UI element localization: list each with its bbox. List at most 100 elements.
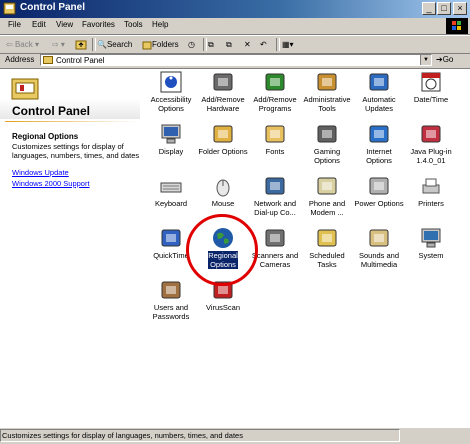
item-label-line1: Phone and: [308, 199, 346, 208]
item-label-line1: Sounds and: [358, 251, 400, 260]
speaker-icon: [368, 227, 390, 249]
item-label-line1: Folder Options: [198, 147, 248, 156]
item-label-line1: Accessibility: [150, 95, 192, 104]
control-panel-item[interactable]: Gaming Options: [301, 123, 353, 165]
minimize-button[interactable]: _: [422, 2, 436, 15]
control-panel-item-label: Automatic Updates: [362, 95, 395, 113]
menu-tools[interactable]: Tools: [124, 20, 143, 29]
left-pane-banner: Control Panel: [0, 69, 140, 122]
control-panel-item-label: Add/Remove Programs: [253, 95, 296, 113]
display-icon: [160, 123, 182, 145]
phone-icon: [316, 175, 338, 197]
back-label: Back: [14, 40, 33, 49]
internet-icon: [368, 123, 390, 145]
control-panel-item[interactable]: Users and Passwords: [145, 279, 197, 321]
item-label-line1: Internet: [366, 147, 392, 156]
selected-item-description: Customizes settings for display of langu…: [12, 142, 140, 160]
control-panel-item-label: Scanners and Cameras: [252, 251, 298, 269]
copy-to-icon[interactable]: ⧉: [226, 38, 232, 51]
menu-edit[interactable]: Edit: [32, 20, 46, 29]
menu-help[interactable]: Help: [152, 20, 168, 29]
control-panel-item[interactable]: Display: [145, 123, 197, 156]
control-panel-item[interactable]: Java Plug-in 1.4.0_01: [405, 123, 457, 165]
item-label-line2: 1.4.0_01: [416, 156, 446, 165]
control-panel-item[interactable]: Add/Remove Programs: [249, 71, 301, 113]
maximize-button[interactable]: □: [437, 2, 451, 15]
control-panel-item[interactable]: Date/Time: [405, 71, 457, 104]
windows-update-icon: [368, 71, 390, 93]
item-label-line1: System: [418, 251, 444, 260]
control-panel-item-label: Fonts: [266, 147, 285, 156]
control-panel-item[interactable]: Keyboard: [145, 175, 197, 208]
control-panel-item-label: Display: [159, 147, 184, 156]
history-icon[interactable]: ◷: [188, 38, 195, 51]
address-dropdown-icon[interactable]: ▼: [420, 55, 431, 65]
control-panel-item[interactable]: Folder Options: [197, 123, 249, 156]
item-label-line1: Display: [158, 147, 184, 156]
address-field[interactable]: Control Panel ▼: [40, 54, 432, 66]
toolbar-separator: [92, 38, 96, 51]
search-button[interactable]: 🔍Search: [97, 38, 132, 51]
mouse-icon: [212, 175, 234, 197]
control-panel-item-label: Phone and Modem ...: [309, 199, 345, 217]
forward-button[interactable]: ⇨ ▾: [52, 38, 65, 51]
back-button[interactable]: ⇦ Back ▾: [6, 38, 39, 51]
item-label-line2: Options: [158, 104, 184, 113]
control-panel-item[interactable]: Phone and Modem ...: [301, 175, 353, 217]
control-panel-item-label: Keyboard: [155, 199, 187, 208]
item-label-line1: VirusScan: [205, 303, 241, 312]
control-panel-item[interactable]: Network and Dial-up Co...: [249, 175, 301, 217]
control-panel-item[interactable]: Fonts: [249, 123, 301, 156]
control-panel-item[interactable]: Power Options: [353, 175, 405, 208]
control-panel-item-label: System: [418, 251, 443, 260]
menu-view[interactable]: View: [56, 20, 73, 29]
folders-label: Folders: [152, 40, 179, 49]
control-panel-item[interactable]: Add/Remove Hardware: [197, 71, 249, 113]
folder-options-icon: [212, 123, 234, 145]
menu-favorites[interactable]: Favorites: [82, 20, 115, 29]
views-icon[interactable]: ▦▾: [282, 38, 294, 51]
windows-logo-icon: [446, 18, 468, 34]
item-label-line2: Options: [366, 156, 392, 165]
control-panel-item[interactable]: Scheduled Tasks: [301, 227, 353, 269]
control-panel-item[interactable]: Automatic Updates: [353, 71, 405, 113]
item-label-line2: Tools: [318, 104, 336, 113]
control-panel-item[interactable]: Sounds and Multimedia: [353, 227, 405, 269]
control-panel-item-label: Add/Remove Hardware: [201, 95, 244, 113]
item-label-line2: Hardware: [206, 104, 240, 113]
item-label-line1: Network and: [253, 199, 297, 208]
up-folder-icon[interactable]: [75, 38, 87, 51]
item-label-line1: Administrative: [303, 95, 351, 104]
move-to-icon[interactable]: ⧉: [208, 38, 214, 51]
item-label-line1: Automatic: [362, 95, 396, 104]
control-panel-item[interactable]: Internet Options: [353, 123, 405, 165]
clock-icon: [420, 71, 442, 93]
control-panel-item[interactable]: Administrative Tools: [301, 71, 353, 113]
control-panel-item[interactable]: System: [405, 227, 457, 260]
status-bar: Customizes settings for display of langu…: [0, 427, 470, 444]
control-panel-item[interactable]: Mouse: [197, 175, 249, 208]
scheduled-tasks-icon: [316, 227, 338, 249]
undo-icon[interactable]: ↶: [260, 38, 267, 51]
item-label-line1: Users and: [153, 303, 189, 312]
page-title: Control Panel: [12, 104, 91, 118]
windows-2000-support-link[interactable]: Windows 2000 Support: [12, 179, 90, 188]
folders-button[interactable]: Folders: [142, 38, 179, 51]
control-panel-item-label: Accessibility Options: [151, 95, 192, 113]
go-button[interactable]: ➔Go: [436, 55, 453, 64]
windows-update-link[interactable]: Windows Update: [12, 168, 69, 177]
close-button[interactable]: ×: [453, 2, 467, 15]
control-panel-item-label: Sounds and Multimedia: [359, 251, 399, 269]
control-panel-window: Control Panel _ □ × File Edit View Favor…: [0, 0, 470, 443]
item-label-line2: Cameras: [259, 260, 291, 269]
quicktime-icon: [160, 227, 182, 249]
menu-file[interactable]: File: [8, 20, 21, 29]
item-label-line1: Scanners and: [251, 251, 299, 260]
fonts-icon: [264, 123, 286, 145]
control-panel-item[interactable]: Accessibility Options: [145, 71, 197, 113]
control-panel-icon: [3, 2, 16, 15]
address-bar: Address Control Panel ▼ ➔Go: [0, 53, 470, 69]
delete-icon[interactable]: ✕: [244, 38, 251, 51]
selected-item-title: Regional Options: [12, 132, 79, 141]
control-panel-item[interactable]: Printers: [405, 175, 457, 208]
